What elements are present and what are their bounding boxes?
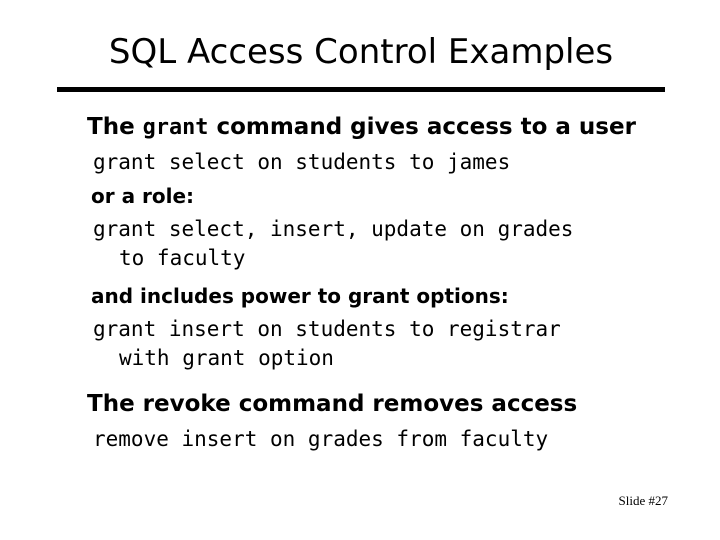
code-line-with-grant-option: with grant option <box>119 346 334 370</box>
code-line-grant-select-james: grant select on students to james <box>93 150 511 174</box>
bullet-heading-grant-keyword: grant <box>142 115 209 140</box>
code-line-grant-multi-grades: grant select, insert, update on grades <box>93 217 574 241</box>
bullet-heading-grant-suffix: command gives access to a user <box>208 114 636 140</box>
slide-number: Slide #27 <box>618 493 668 508</box>
title-divider <box>57 87 665 92</box>
bullet-heading-grant-options: and includes power to grant options: <box>91 284 509 308</box>
code-line-remove-insert-grades: remove insert on grades from faculty <box>93 427 549 451</box>
code-line-grant-insert-registrar: grant insert on students to registrar <box>93 317 561 341</box>
code-line-to-faculty: to faculty <box>119 246 246 270</box>
page-title: SQL Access Control Examples <box>108 32 614 72</box>
bullet-heading-role: or a role: <box>91 184 195 208</box>
slide-canvas: SQL Access Control Examples The grant co… <box>0 0 720 540</box>
bullet-heading-grant: The grant command gives access to a user <box>87 112 684 143</box>
bullet-heading-grant-prefix: The <box>87 114 143 140</box>
title-area: SQL Access Control Examples <box>57 30 665 74</box>
bullet-heading-revoke: The revoke command removes access <box>87 391 578 417</box>
slide-body: The grant command gives access to a user… <box>84 112 684 454</box>
